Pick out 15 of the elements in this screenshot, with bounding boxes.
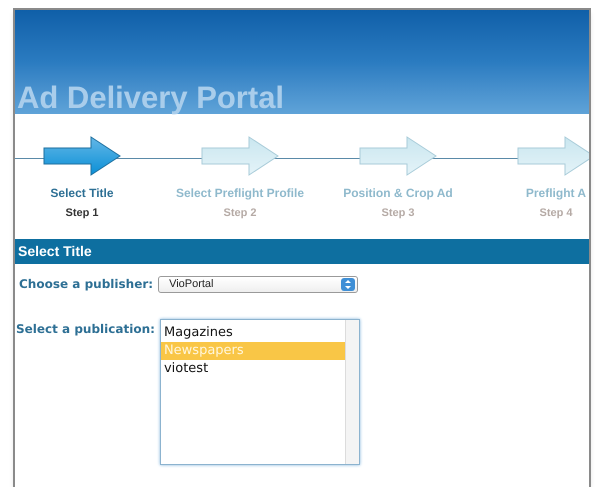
publisher-dropdown[interactable]: VioPortal [158,276,358,292]
section-title: Select Title [18,242,92,261]
list-item[interactable]: viotest [160,360,345,378]
publication-label: Select a publication: [16,321,155,338]
step-number: Step 4 [539,206,572,221]
step-title[interactable]: Select Title [50,184,114,202]
stepper-icon [341,278,356,290]
publication-list[interactable]: Magazines Newspapers viotest [160,319,360,465]
scrollbar[interactable] [344,320,359,464]
step-number: Step 2 [223,206,256,221]
step-number: Step 3 [381,206,414,221]
portal-title: Ad Delivery Portal [17,82,284,113]
step-number: Step 1 [65,206,98,221]
list-item[interactable]: Magazines [160,324,345,342]
publisher-label: Choose a publisher: [19,276,154,293]
